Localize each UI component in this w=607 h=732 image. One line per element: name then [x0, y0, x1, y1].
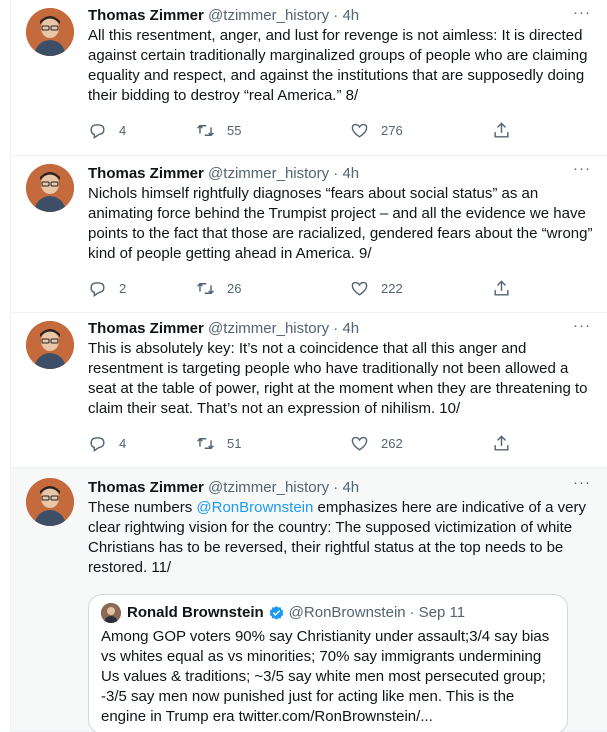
reply-count: 4 [119, 122, 127, 138]
reply-icon [90, 281, 105, 297]
tweet-header: Thomas Zimmer @tzimmer_history · 4h [88, 478, 593, 498]
avatar[interactable] [26, 321, 74, 369]
quoted-tweet[interactable]: Ronald Brownstein @RonBrownstein · Sep 1… [88, 594, 568, 732]
retweet-count: 26 [227, 280, 242, 296]
tweet-text: This is absolutely key: It’s not a coinc… [88, 340, 588, 417]
author-handle[interactable]: @tzimmer_history [208, 7, 329, 24]
reply-icon [90, 436, 105, 452]
like-button[interactable]: 276 [350, 121, 403, 140]
author-handle[interactable]: @tzimmer_history [208, 165, 329, 182]
quoted-tweet-text: Among GOP voters 90% say Christianity un… [101, 628, 550, 725]
quoted-author-handle: @RonBrownstein [288, 604, 406, 621]
like-button[interactable]: 222 [350, 279, 403, 298]
author-name[interactable]: Thomas Zimmer [88, 165, 204, 182]
tweet[interactable]: ··· Thomas Zimmer @tzimmer_history · 4h … [11, 156, 607, 313]
separator: · [333, 479, 339, 496]
like-icon [351, 281, 368, 296]
retweet-count: 51 [227, 435, 242, 451]
separator: · [333, 7, 339, 24]
retweet-button[interactable]: 26 [196, 279, 241, 298]
quoted-avatar [101, 603, 121, 623]
quoted-tweet-header: Ronald Brownstein @RonBrownstein · Sep 1… [101, 603, 555, 623]
like-count: 262 [381, 435, 403, 451]
tweet-actions: 4 51 262 [88, 433, 528, 453]
timestamp[interactable]: 4h [342, 479, 359, 496]
verified-icon [269, 605, 283, 620]
reply-button[interactable]: 4 [88, 121, 126, 140]
retweet-button[interactable]: 51 [196, 434, 241, 453]
tweet-text: These numbers @RonBrownstein emphasizes … [88, 498, 593, 578]
tweet-header: Thomas Zimmer @tzimmer_history · 4h [88, 319, 593, 339]
share-icon [494, 434, 509, 451]
share-icon [494, 279, 509, 296]
retweet-icon [197, 282, 214, 294]
author-handle[interactable]: @tzimmer_history [208, 320, 329, 337]
mention-link[interactable]: @RonBrownstein [196, 499, 313, 516]
tweet-actions: 2 26 222 [88, 278, 528, 298]
tweet-actions: 4 55 276 [88, 120, 528, 140]
share-button[interactable] [492, 279, 523, 298]
reply-button[interactable]: 2 [88, 279, 126, 298]
like-icon [351, 436, 368, 451]
timeline: ··· Thomas Zimmer @tzimmer_history · 4h … [10, 0, 607, 732]
avatar[interactable] [26, 8, 74, 56]
retweet-count: 55 [227, 122, 242, 138]
avatar[interactable] [26, 478, 74, 526]
avatar[interactable] [26, 164, 74, 212]
reply-button[interactable]: 4 [88, 434, 126, 453]
reply-count: 4 [119, 435, 127, 451]
timestamp[interactable]: 4h [342, 7, 359, 24]
separator: · [409, 604, 415, 621]
retweet-icon [197, 124, 214, 136]
reply-count: 2 [119, 280, 127, 296]
tweet-header: Thomas Zimmer @tzimmer_history · 4h [88, 6, 593, 26]
tweet-header: Thomas Zimmer @tzimmer_history · 4h [88, 164, 593, 184]
author-name[interactable]: Thomas Zimmer [88, 479, 204, 496]
timestamp[interactable]: 4h [342, 320, 359, 337]
retweet-icon [197, 437, 214, 449]
like-button[interactable]: 262 [350, 434, 403, 453]
separator: · [333, 165, 339, 182]
share-icon [494, 121, 509, 138]
quoted-author-name: Ronald Brownstein [127, 604, 264, 621]
reply-icon [90, 123, 105, 139]
like-count: 276 [381, 122, 403, 138]
tweet[interactable]: ··· Thomas Zimmer @tzimmer_history · 4h … [11, 468, 607, 732]
tweet[interactable]: ··· Thomas Zimmer @tzimmer_history · 4h … [11, 313, 607, 468]
author-name[interactable]: Thomas Zimmer [88, 320, 204, 337]
share-button[interactable] [492, 121, 523, 140]
tweet-text-part: These numbers [88, 499, 197, 516]
quoted-timestamp: Sep 11 [418, 604, 466, 621]
tweet-text: All this resentment, anger, and lust for… [88, 27, 588, 104]
separator: · [333, 320, 339, 337]
tweet[interactable]: ··· Thomas Zimmer @tzimmer_history · 4h … [11, 0, 607, 156]
like-icon [351, 123, 368, 138]
timestamp[interactable]: 4h [342, 165, 359, 182]
tweet-text: Nichols himself rightfully diagnoses “fe… [88, 185, 593, 262]
retweet-button[interactable]: 55 [196, 121, 241, 140]
author-handle[interactable]: @tzimmer_history [208, 479, 329, 496]
like-count: 222 [381, 280, 403, 296]
author-name[interactable]: Thomas Zimmer [88, 7, 204, 24]
share-button[interactable] [492, 434, 523, 453]
